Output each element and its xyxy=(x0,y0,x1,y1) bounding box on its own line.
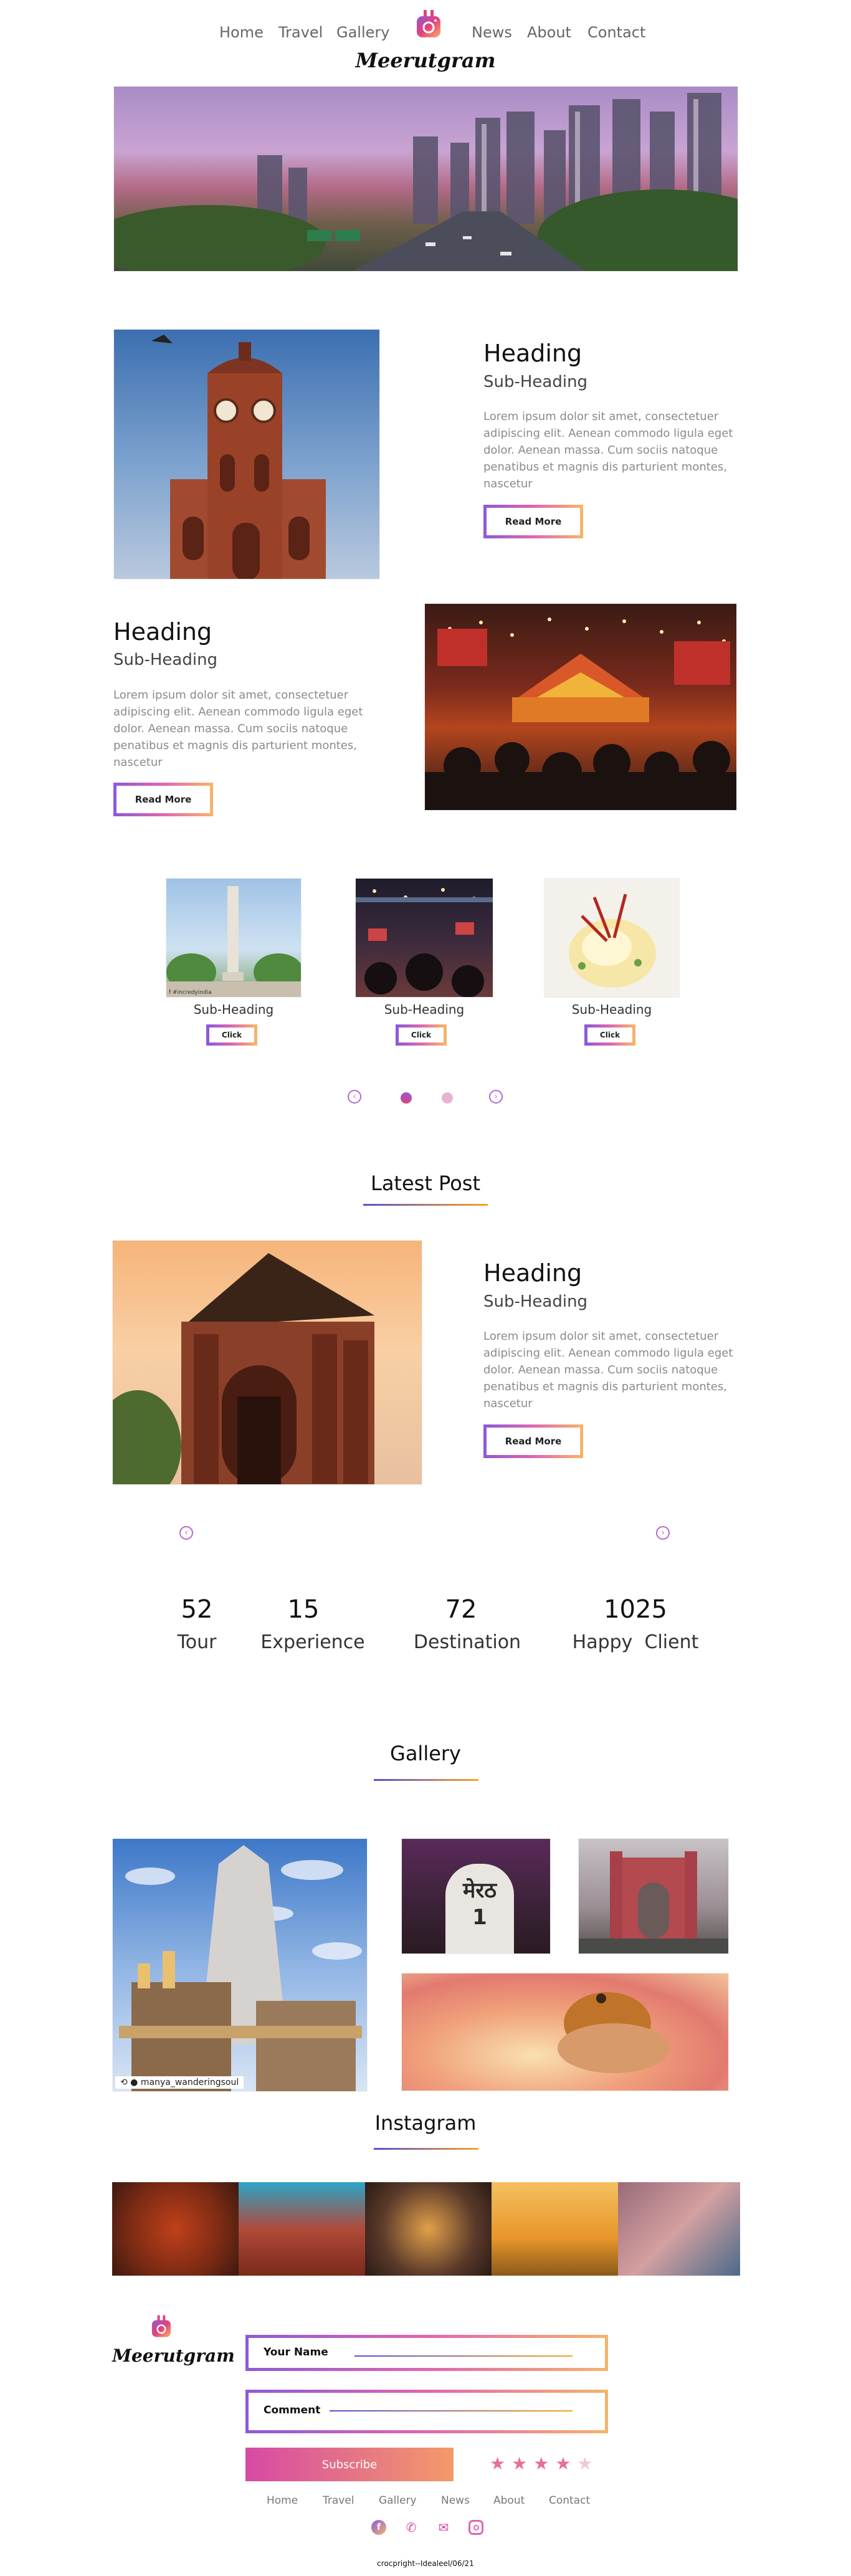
stat-experience-label: Experience xyxy=(260,1631,365,1653)
footer-brand[interactable]: Meerutgram xyxy=(112,2345,235,2366)
latest-post-image xyxy=(112,1240,422,1485)
stat-destination-value: 72 xyxy=(445,1595,477,1624)
latest-post-title: Latest Post xyxy=(370,1171,480,1195)
copyright: crocpright--Idealeel/06/21 xyxy=(377,2559,474,2568)
nav-about[interactable]: About xyxy=(527,24,571,41)
stat-happy-client-label: Happy Client xyxy=(572,1631,699,1653)
footer-link-about[interactable]: About xyxy=(493,2494,525,2507)
name-input-line xyxy=(354,2355,573,2357)
gallery-sign-image: मेरठ 1 xyxy=(401,1838,551,1954)
carousel-dot-active[interactable] xyxy=(401,1092,412,1104)
latest-body: Lorem ipsum dolor sit amet, consectetuer… xyxy=(483,1330,733,1410)
footer-link-news[interactable]: News xyxy=(441,2494,470,2507)
gallery-pottery-image xyxy=(401,1973,729,2091)
card1-subheading: Sub-Heading xyxy=(193,1002,274,1017)
latest-next-button[interactable]: › xyxy=(656,1526,670,1540)
subscribe-button[interactable]: Subscribe xyxy=(245,2448,454,2481)
star-icon[interactable]: ★ xyxy=(577,2453,599,2474)
footer-link-home[interactable]: Home xyxy=(267,2494,298,2507)
brand-name[interactable]: Meerutgram xyxy=(349,49,502,72)
clock-tower-image xyxy=(113,329,380,580)
instagram-photo-1[interactable] xyxy=(112,2182,239,2276)
latest-heading: Heading xyxy=(483,1259,582,1287)
instagram-title: Instagram xyxy=(374,2111,477,2135)
card3-image xyxy=(544,878,680,998)
card2-click-button[interactable]: Click xyxy=(396,1024,447,1046)
footer-link-gallery[interactable]: Gallery xyxy=(379,2494,417,2507)
gallery-temple-image: ⟲ ● manya_wanderingsoul xyxy=(112,1838,368,2092)
stat-happy-client-value: 1025 xyxy=(604,1595,667,1624)
nav-gallery[interactable]: Gallery xyxy=(336,24,389,41)
facebook-icon[interactable]: f xyxy=(371,2520,386,2535)
footer-link-travel[interactable]: Travel xyxy=(323,2494,354,2507)
card1-image: f #incredyindia xyxy=(166,878,302,998)
stat-experience-value: 15 xyxy=(287,1595,320,1624)
card3-click-button[interactable]: Click xyxy=(584,1024,635,1046)
hero-image xyxy=(113,86,738,272)
instagram-icon[interactable] xyxy=(468,2520,483,2535)
gallery-temple-caption: ⟲ ● manya_wanderingsoul xyxy=(115,2076,244,2089)
card2-image xyxy=(355,878,493,998)
social-icons: f ✆ ✉ xyxy=(371,2520,483,2536)
card3-subheading: Sub-Heading xyxy=(571,1002,652,1017)
feature2-subheading: Sub-Heading xyxy=(113,651,218,669)
star-icon[interactable]: ★ xyxy=(533,2453,555,2474)
star-icon[interactable]: ★ xyxy=(511,2453,533,2474)
instagram-photo-3[interactable] xyxy=(365,2182,492,2276)
latest-post-underline xyxy=(363,1204,488,1206)
mail-icon[interactable]: ✉ xyxy=(436,2520,451,2535)
card2-subheading: Sub-Heading xyxy=(384,1002,465,1017)
feature2-body: Lorem ipsum dolor sit amet, consectetuer… xyxy=(113,689,363,769)
instagram-underline xyxy=(374,2148,478,2150)
comment-input-placeholder: Comment xyxy=(264,2404,321,2416)
nav-travel[interactable]: Travel xyxy=(278,24,323,41)
feature1-body: Lorem ipsum dolor sit amet, consectetuer… xyxy=(483,410,733,490)
card1-caption: f #incredyindia xyxy=(169,990,212,996)
instagram-photo-4[interactable] xyxy=(492,2182,618,2276)
footer-link-contact[interactable]: Contact xyxy=(549,2494,590,2507)
nav-home[interactable]: Home xyxy=(219,24,264,41)
gallery-caption-text: manya_wanderingsoul xyxy=(140,2077,239,2087)
name-input-placeholder: Your Name xyxy=(264,2346,328,2359)
stat-destination-label: Destination xyxy=(413,1631,521,1653)
nav-contact[interactable]: Contact xyxy=(587,24,645,41)
star-icon[interactable]: ★ xyxy=(555,2453,577,2474)
rating-stars[interactable]: ★★★★★ xyxy=(490,2453,599,2474)
gallery-underline xyxy=(374,1779,478,1781)
feature1-read-more-button[interactable]: Read More xyxy=(483,505,583,538)
feature1-subheading: Sub-Heading xyxy=(483,373,588,391)
stat-tour-value: 52 xyxy=(181,1595,213,1624)
brand-logo-icon[interactable] xyxy=(413,9,444,45)
footer-logo-icon[interactable] xyxy=(148,2314,174,2343)
instagram-strip xyxy=(112,2182,740,2276)
comment-input-line xyxy=(330,2410,573,2411)
name-input[interactable]: Your Name xyxy=(245,2335,608,2371)
sign-number: 1 xyxy=(472,1905,487,1930)
instagram-photo-2[interactable] xyxy=(239,2182,365,2276)
phone-icon[interactable]: ✆ xyxy=(404,2520,419,2535)
latest-read-more-button[interactable]: Read More xyxy=(483,1424,583,1458)
card1-click-button[interactable]: Click xyxy=(206,1024,257,1046)
feature1-heading: Heading xyxy=(483,340,582,367)
feature2-heading: Heading xyxy=(113,618,212,646)
nav-news[interactable]: News xyxy=(472,24,512,41)
latest-subheading: Sub-Heading xyxy=(483,1292,588,1311)
stat-tour-label: Tour xyxy=(177,1631,217,1653)
festival-image xyxy=(424,603,737,811)
carousel-dot[interactable] xyxy=(442,1092,453,1104)
comment-input[interactable]: Comment xyxy=(245,2390,608,2433)
gallery-title: Gallery xyxy=(390,1742,461,1765)
cards-prev-button[interactable]: ‹ xyxy=(348,1090,361,1104)
cards-next-button[interactable]: › xyxy=(489,1090,503,1104)
star-icon[interactable]: ★ xyxy=(490,2453,511,2474)
gallery-gate-image xyxy=(578,1838,729,1954)
feature2-read-more-button[interactable]: Read More xyxy=(113,783,213,816)
instagram-photo-5[interactable] xyxy=(618,2182,740,2276)
sign-text: मेरठ xyxy=(463,1878,497,1903)
retweet-icon: ⟲ ● xyxy=(120,2077,138,2087)
latest-prev-button[interactable]: ‹ xyxy=(179,1526,193,1540)
